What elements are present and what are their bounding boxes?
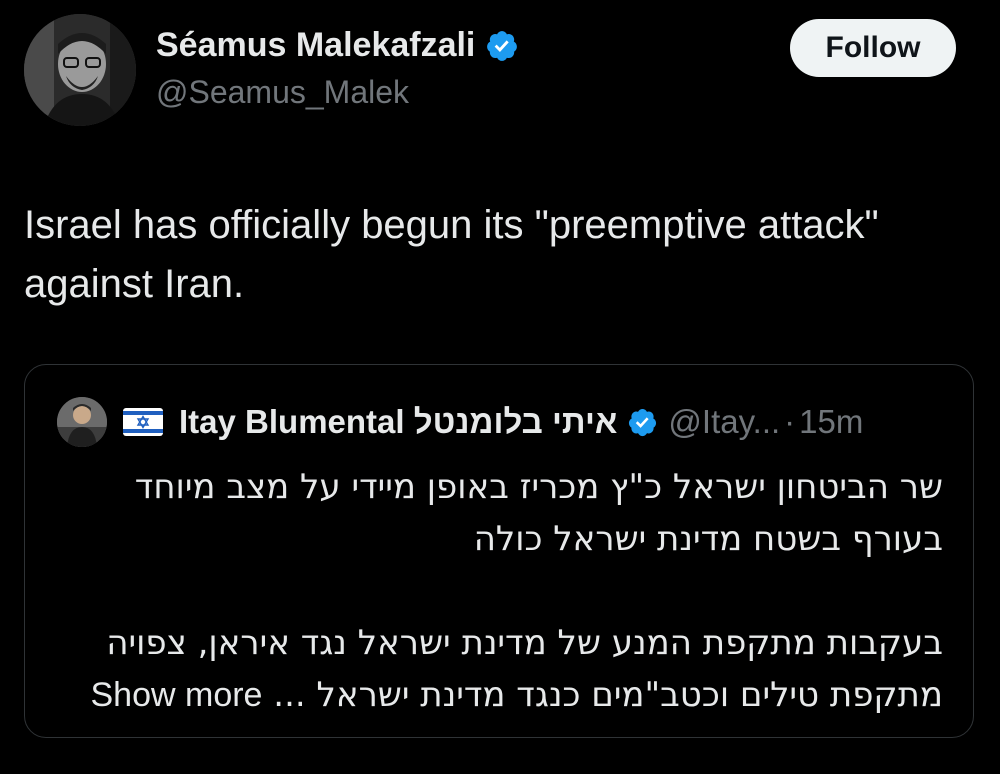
quoted-tweet-paragraph-1: שר הביטחון ישראל כ"ץ מכריז באופן מיידי ע…	[134, 467, 943, 559]
quoted-author-avatar-image	[57, 397, 107, 447]
quoted-author-name[interactable]: Itay Blumental איתי בלומנטל	[179, 403, 617, 441]
verified-badge-icon	[487, 30, 518, 61]
quoted-tweet-timestamp[interactable]: 15m	[799, 403, 863, 441]
israel-flag-icon	[123, 408, 163, 436]
show-more-link[interactable]: Show more	[91, 676, 263, 714]
quoted-tweet-header: Itay Blumental איתי בלומנטל @Itay... · 1…	[179, 403, 863, 441]
author-name[interactable]: Séamus Malekafzali	[156, 26, 519, 65]
header-separator: ·	[784, 403, 796, 440]
author-display-name[interactable]: Séamus Malekafzali	[156, 26, 475, 65]
quoted-author-handle[interactable]: @Itay...	[668, 403, 780, 441]
quoted-tweet-paragraph-2: בעקבות מתקפת המנע של מדינת ישראל נגד איר…	[65, 617, 944, 721]
author-avatar[interactable]	[24, 14, 136, 126]
tweet-text: Israel has officially begun its "preempt…	[24, 203, 879, 306]
quoted-tweet-card[interactable]: Itay Blumental איתי בלומנטל @Itay... · 1…	[24, 364, 974, 738]
follow-button[interactable]: Follow	[790, 19, 956, 77]
quoted-author-avatar[interactable]	[57, 397, 107, 447]
quoted-verified-badge-icon	[629, 408, 657, 436]
tweet-view: Séamus Malekafzali @Seamus_Malek Follow …	[0, 0, 1000, 774]
author-handle[interactable]: @Seamus_Malek	[156, 74, 409, 111]
author-avatar-image	[24, 14, 136, 126]
quoted-tweet-text: שר הביטחון ישראל כ"ץ מכריז באופן מיידי ע…	[65, 461, 944, 721]
